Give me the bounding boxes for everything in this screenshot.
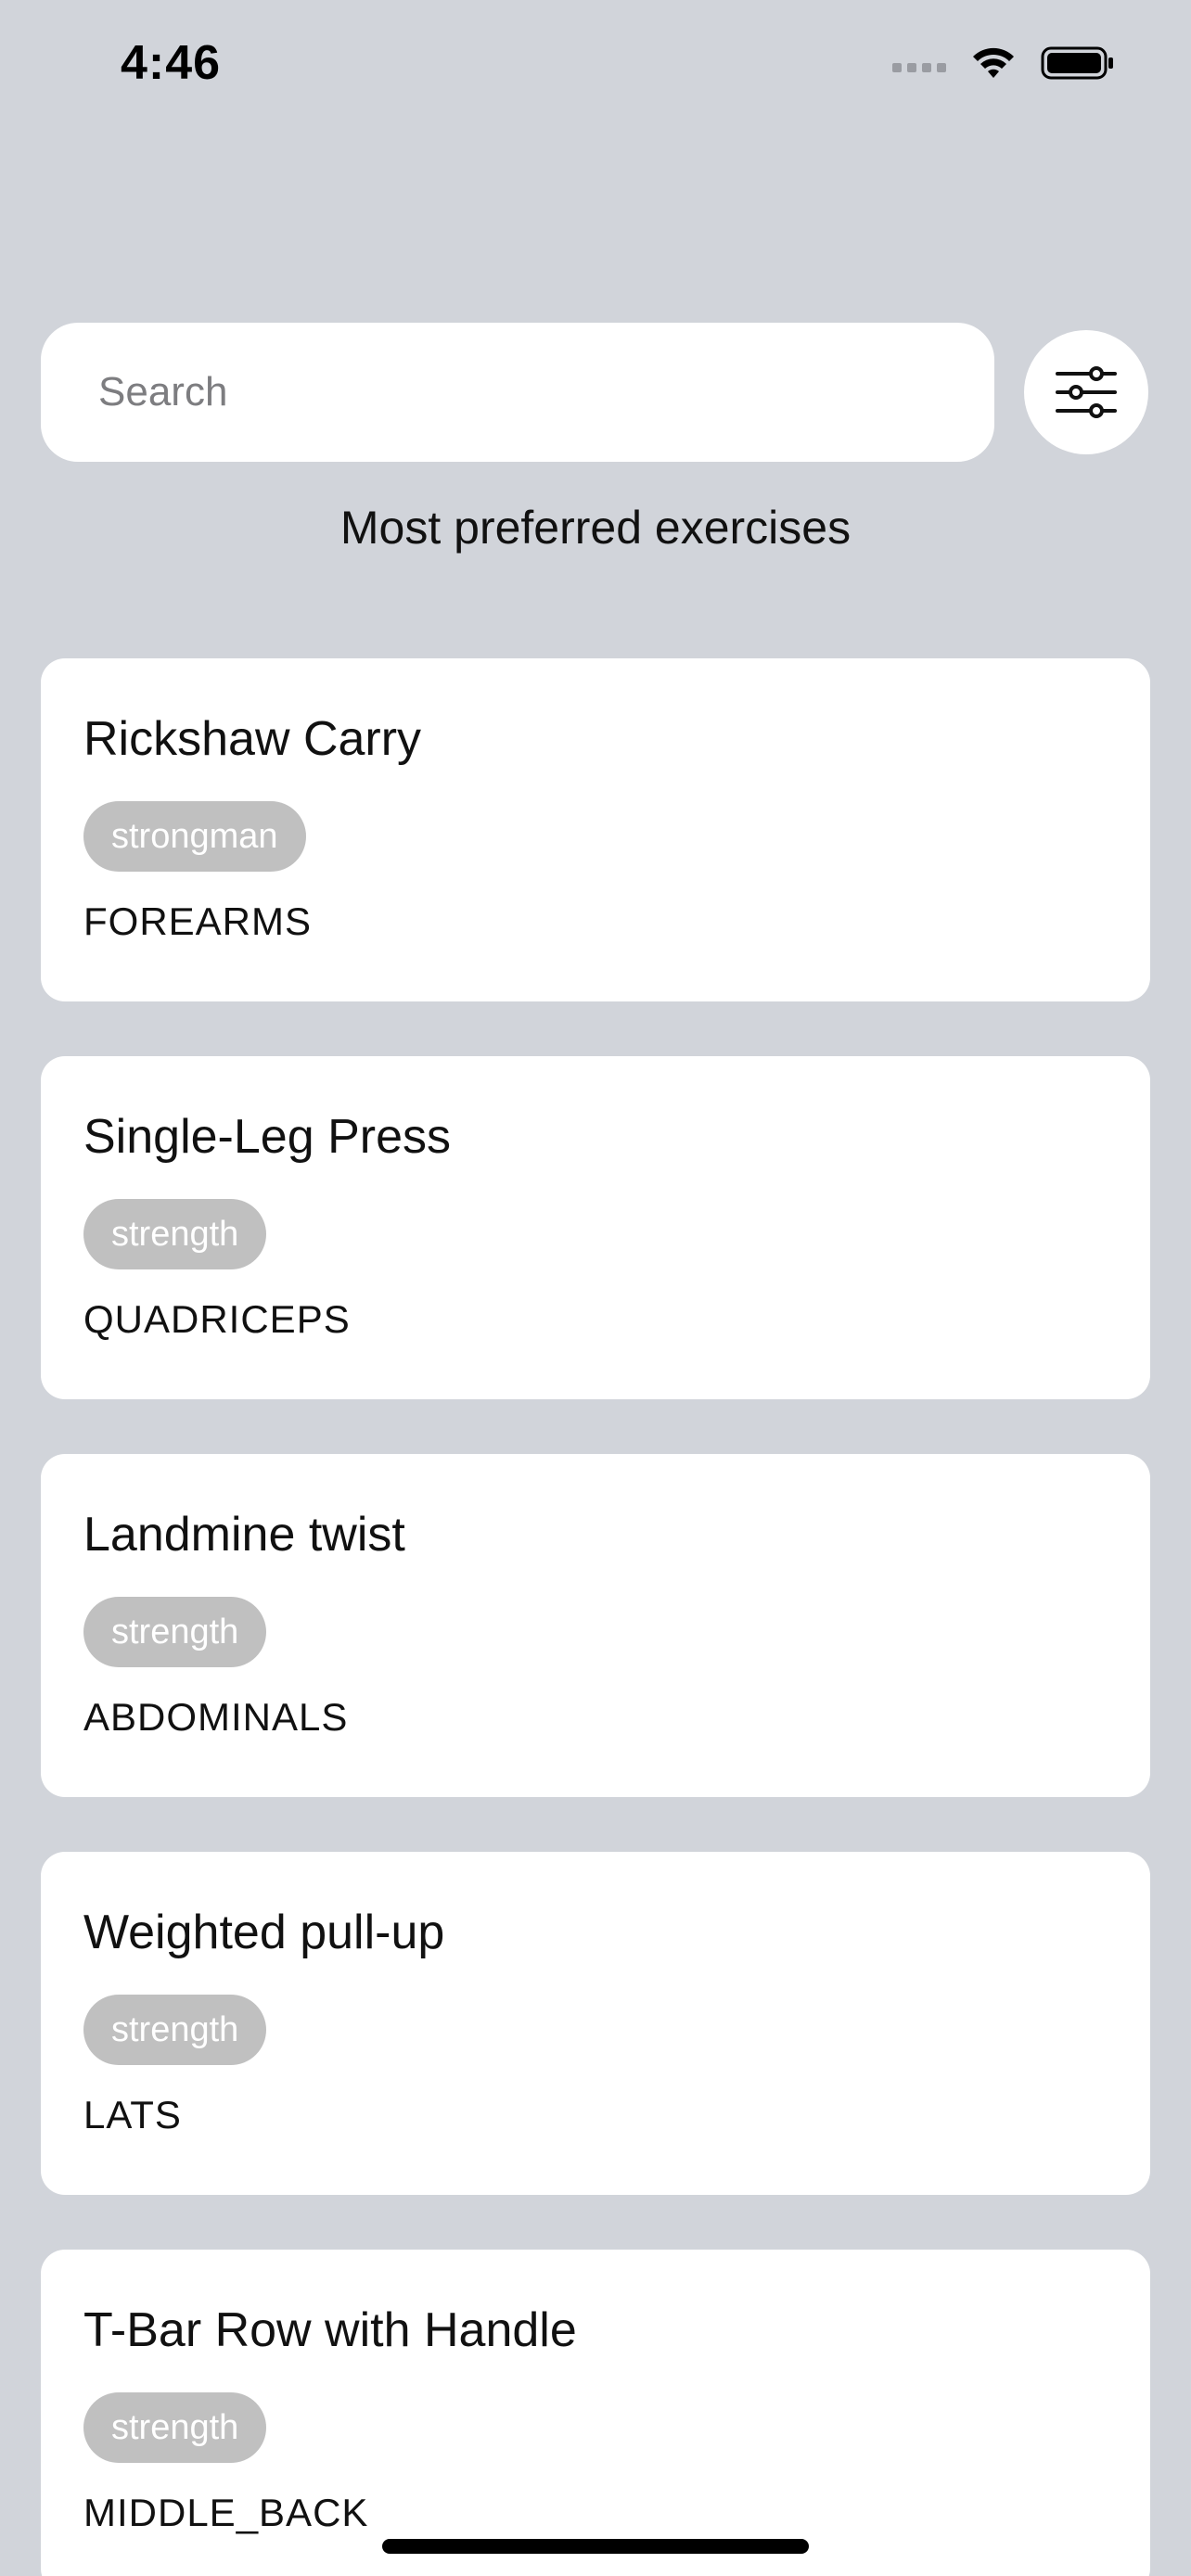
exercise-card[interactable]: Rickshaw Carry strongman FOREARMS [41, 658, 1150, 1001]
category-tag: strength [83, 2392, 267, 2463]
exercise-name: Single-Leg Press [83, 1110, 451, 1164]
muscle-group: QUADRICEPS [83, 1297, 351, 1341]
search-input[interactable] [41, 323, 994, 462]
exercise-list-screen: 4:46 Most pre [0, 0, 1191, 2576]
battery-icon [1041, 46, 1113, 80]
status-bar: 4:46 [0, 0, 1191, 139]
muscle-group: MIDDLE_BACK [83, 2491, 369, 2534]
category-tag: strongman [83, 801, 306, 872]
exercise-name: Landmine twist [83, 1508, 405, 1562]
sliders-icon [1056, 366, 1117, 418]
muscle-group: ABDOMINALS [83, 1695, 349, 1739]
wifi-icon [973, 47, 1014, 78]
status-indicators [892, 45, 1115, 82]
exercise-name: Rickshaw Carry [83, 712, 422, 766]
category-tag: strength [83, 1995, 267, 2065]
exercise-card[interactable]: Weighted pull-up strength LATS [41, 1852, 1150, 2195]
muscle-group: LATS [83, 2093, 182, 2136]
status-time: 4:46 [121, 36, 222, 90]
cellular-signal-icon [892, 45, 946, 82]
home-indicator[interactable] [382, 2539, 809, 2554]
exercise-card[interactable]: Single-Leg Press strength QUADRICEPS [41, 1056, 1150, 1399]
filter-button[interactable] [1024, 330, 1148, 454]
exercise-card[interactable]: Landmine twist strength ABDOMINALS [41, 1454, 1150, 1797]
exercise-card[interactable]: T-Bar Row with Handle strength MIDDLE_BA… [41, 2250, 1150, 2576]
muscle-group: FOREARMS [83, 899, 313, 943]
exercise-list: Rickshaw Carry strongman FOREARMS Single… [41, 658, 1150, 2576]
exercise-name: T-Bar Row with Handle [83, 2303, 577, 2357]
section-title: Most preferred exercises [339, 502, 852, 554]
category-tag: strength [83, 1199, 267, 1269]
category-tag: strength [83, 1597, 267, 1667]
exercise-name: Weighted pull-up [83, 1906, 445, 1959]
